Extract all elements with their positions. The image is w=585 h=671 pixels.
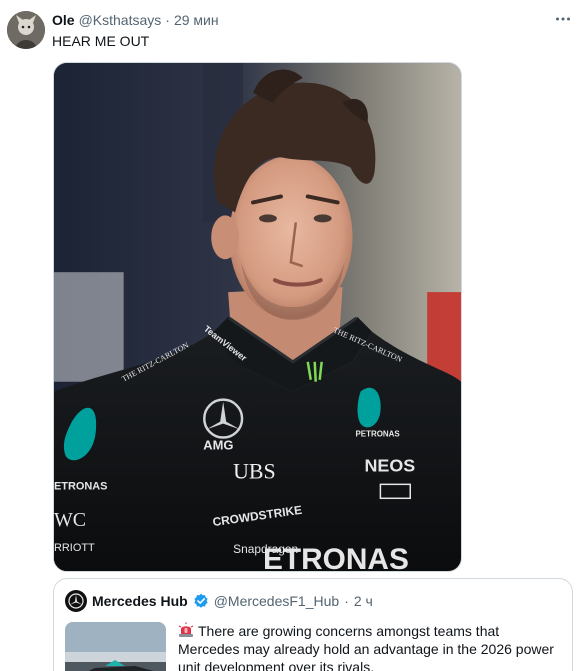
quoted-separator-dot: · (344, 593, 349, 609)
verified-badge-icon (194, 593, 208, 608)
quoted-tweet-header: Mercedes Hub @MercedesF1_Hub · 2 ч (65, 590, 373, 612)
quoted-tweet-text-content: There are growing concerns amongst teams… (178, 623, 554, 671)
avatar-image (7, 11, 45, 49)
quoted-author-handle[interactable]: @MercedesF1_Hub (214, 593, 340, 609)
more-horizontal-icon (556, 17, 570, 21)
f1-car-image (65, 622, 166, 671)
quoted-tweet-timestamp[interactable]: 2 ч (354, 593, 373, 609)
siren-emoji-icon (178, 622, 194, 637)
quoted-tweet[interactable]: Mercedes Hub @MercedesF1_Hub · 2 ч There… (53, 578, 573, 671)
more-options-button[interactable] (551, 9, 575, 29)
quoted-tweet-text: There are growing concerns amongst teams… (178, 622, 563, 671)
tweet-timestamp[interactable]: 29 мин (174, 12, 219, 28)
suit-text-petronas-chest: ETRONAS (263, 543, 409, 571)
mercedes-star-icon (68, 593, 84, 609)
photo-image: AMG UBS NEOS PETRONAS ETRONAS CROWDSTRIK… (54, 63, 461, 571)
suit-text-marriott: RRIOTT (54, 542, 95, 554)
suit-text-petronas: PETRONAS (356, 430, 400, 439)
quoted-author-display-name[interactable]: Mercedes Hub (92, 593, 188, 609)
tweet-photo[interactable]: AMG UBS NEOS PETRONAS ETRONAS CROWDSTRIK… (53, 62, 462, 572)
tweet[interactable]: Ole @Ksthatsays · 29 мин HEAR ME OUT AMG… (0, 0, 585, 671)
separator-dot: · (165, 12, 170, 28)
suit-text-neos: NEOS (364, 455, 415, 475)
quoted-author-avatar[interactable] (65, 590, 87, 612)
suit-text-amg: AMG (203, 437, 233, 452)
quoted-tweet-thumbnail[interactable] (65, 622, 166, 671)
author-handle[interactable]: @Ksthatsays (79, 12, 162, 28)
tweet-text: HEAR ME OUT (52, 33, 150, 49)
author-avatar[interactable] (7, 11, 45, 49)
author-display-name[interactable]: Ole (52, 12, 75, 28)
suit-text-petronas-left: ETRONAS (54, 480, 107, 492)
suit-text-iwc: WC (54, 509, 86, 531)
suit-text-ubs: UBS (233, 458, 276, 483)
tweet-header: Ole @Ksthatsays · 29 мин (52, 11, 219, 29)
